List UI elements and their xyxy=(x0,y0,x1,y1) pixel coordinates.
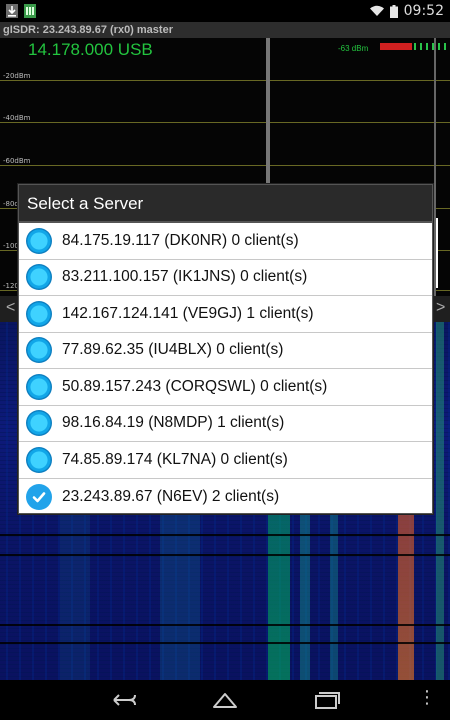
wifi-icon xyxy=(369,5,384,16)
waterfall-gap xyxy=(0,624,450,626)
status-bar: 09:52 xyxy=(0,0,450,22)
select-server-dialog: Select a Server 84.175.19.117 (DK0NR) 0 … xyxy=(18,184,433,514)
server-list: 84.175.19.117 (DK0NR) 0 client(s) 83.211… xyxy=(19,223,432,515)
server-label: 77.89.62.35 (IU4BLX) 0 client(s) xyxy=(62,341,284,359)
radio-unselected-icon[interactable] xyxy=(26,373,52,400)
battery-icon xyxy=(389,4,398,18)
back-icon[interactable] xyxy=(103,685,143,715)
sim-icon xyxy=(24,4,36,18)
waterfall-signal xyxy=(436,322,444,680)
server-label: 83.211.100.157 (IK1JNS) 0 client(s) xyxy=(62,268,308,286)
dialog-title: Select a Server xyxy=(19,185,432,223)
server-item[interactable]: 83.211.100.157 (IK1JNS) 0 client(s) xyxy=(19,260,432,296)
recents-icon[interactable] xyxy=(307,685,347,715)
home-icon[interactable] xyxy=(205,685,245,715)
signal-level: -63 dBm xyxy=(338,44,369,53)
radio-checked-icon[interactable] xyxy=(26,483,52,510)
server-item[interactable]: 74.85.89.174 (KL7NA) 0 client(s) xyxy=(19,442,432,479)
waterfall-gap xyxy=(0,642,450,644)
server-label: 142.167.124.141 (VE9GJ) 1 client(s) xyxy=(62,304,314,322)
radio-unselected-icon[interactable] xyxy=(26,300,52,327)
server-label: 23.243.89.67 (N6EV) 2 client(s) xyxy=(62,487,280,505)
s-meter xyxy=(380,43,446,50)
server-label: 84.175.19.117 (DK0NR) 0 client(s) xyxy=(62,231,299,249)
overflow-menu-icon[interactable]: ⋮ xyxy=(418,688,436,706)
db-label: -20dBm xyxy=(3,72,31,80)
db-label: -40dBm xyxy=(3,114,31,122)
clock: 09:52 xyxy=(403,3,444,19)
server-label: 74.85.89.174 (KL7NA) 0 client(s) xyxy=(62,450,288,468)
waterfall-gap xyxy=(0,554,450,556)
radio-unselected-icon[interactable] xyxy=(26,337,52,364)
db-label: -60dBm xyxy=(3,157,31,165)
radio-unselected-icon[interactable] xyxy=(26,410,52,437)
server-label: 50.89.157.243 (CORQSWL) 0 client(s) xyxy=(62,377,328,395)
grid-line xyxy=(0,165,450,166)
db-label: -120 xyxy=(3,282,19,290)
server-label: 98.16.84.19 (N8MDP) 1 client(s) xyxy=(62,414,285,432)
signal-peak xyxy=(436,218,438,288)
download-icon xyxy=(6,4,18,18)
server-item[interactable]: 50.89.157.243 (CORQSWL) 0 client(s) xyxy=(19,369,432,406)
app-title: gISDR: 23.243.89.67 (rx0) master xyxy=(0,22,450,38)
grid-line xyxy=(0,122,450,123)
server-item[interactable]: 98.16.84.19 (N8MDP) 1 client(s) xyxy=(19,406,432,442)
server-item[interactable]: 77.89.62.35 (IU4BLX) 0 client(s) xyxy=(19,333,432,369)
db-label: -100 xyxy=(3,242,19,250)
tune-right-icon[interactable]: > xyxy=(436,299,445,317)
radio-unselected-icon[interactable] xyxy=(26,264,52,291)
server-item[interactable]: 142.167.124.141 (VE9GJ) 1 client(s) xyxy=(19,296,432,333)
radio-unselected-icon[interactable] xyxy=(26,446,52,473)
grid-line xyxy=(0,80,450,81)
tune-left-icon[interactable]: < xyxy=(6,299,15,317)
navigation-bar xyxy=(0,680,450,720)
radio-unselected-icon[interactable] xyxy=(26,227,52,254)
frequency-readout[interactable]: 14.178.000 USB xyxy=(28,40,153,60)
waterfall-gap xyxy=(0,534,450,536)
server-item[interactable]: 84.175.19.117 (DK0NR) 0 client(s) xyxy=(19,223,432,260)
server-item-selected[interactable]: 23.243.89.67 (N6EV) 2 client(s) xyxy=(19,479,432,516)
